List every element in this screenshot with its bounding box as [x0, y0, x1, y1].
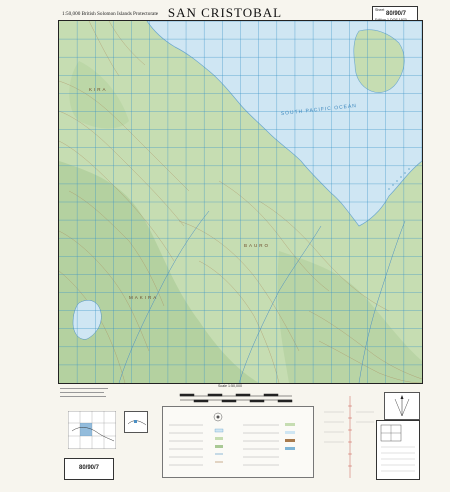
grid-lines: [59, 21, 422, 383]
legend-box: [162, 406, 314, 478]
sheet-index-diagram: [67, 410, 117, 450]
bottom-sheet-box: 80/90/7: [64, 458, 114, 480]
topographic-map[interactable]: SOUTH PACIFIC OCEAN BAURO MAKIRA KIRA: [59, 21, 422, 383]
location-inset: [124, 411, 148, 433]
map-sheet: 1:50,000 British Solomon Islands Protect…: [0, 0, 450, 492]
grid-reference-box: [376, 420, 420, 480]
north-diagram: [384, 392, 420, 420]
bottom-sheet-number: 80/90/7: [79, 465, 100, 471]
region-label-kira: KIRA: [89, 87, 108, 92]
scale-bar: [176, 390, 296, 404]
sheet-label: Sheet: [375, 8, 385, 12]
region-label-bauro: BAURO: [244, 243, 270, 248]
marginalia: 80/90/7 Scale 1:50,000: [58, 384, 421, 484]
right-marginalia: [320, 392, 420, 482]
scale-title: Scale 1:50,000: [218, 384, 242, 388]
map-frame[interactable]: SOUTH PACIFIC OCEAN BAURO MAKIRA KIRA: [58, 20, 423, 384]
sheet-number: 80/90/7: [386, 11, 407, 17]
region-label-makira: MAKIRA: [129, 295, 158, 300]
